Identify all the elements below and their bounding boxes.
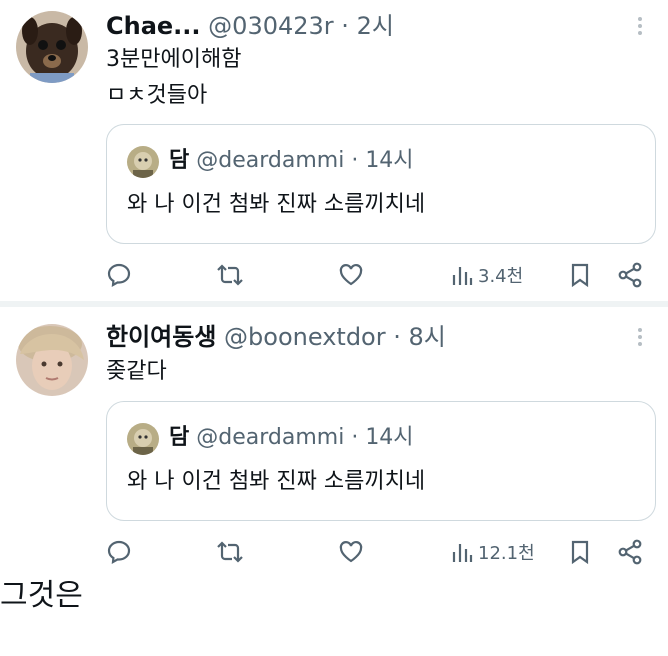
bookmark-icon[interactable] [568, 535, 592, 569]
quoted-avatar[interactable] [127, 423, 159, 455]
retweet-icon[interactable] [216, 535, 244, 569]
tweet-text-line: 3분만에이해함 [106, 47, 242, 72]
more-icon[interactable] [638, 14, 644, 38]
tweet-text-line: 좆같다 [106, 359, 167, 384]
more-icon[interactable] [638, 325, 644, 349]
views-button[interactable]: 12.1천 [450, 535, 535, 569]
quoted-text: 와 나 이건 첨봐 진짜 소름끼치네 [127, 469, 426, 494]
tweet[interactable]: Chae... @030423r · 2시 3분만에이해함 ㅁㅊ것들아 담 @d… [0, 0, 668, 300]
quoted-handle[interactable]: @deardammi [196, 148, 344, 173]
timestamp[interactable]: 8시 [409, 323, 446, 351]
heart-icon[interactable] [338, 535, 364, 569]
quoted-tweet[interactable]: 담 @deardammi · 14시 와 나 이건 첨봐 진짜 소름끼치네 [106, 124, 656, 244]
quoted-avatar[interactable] [127, 146, 159, 178]
user-handle[interactable]: @boonextdor [224, 323, 386, 351]
quoted-header: 담 @deardammi · 14시 [169, 422, 414, 454]
action-bar: 3.4천 [106, 258, 654, 292]
view-count: 12.1천 [478, 543, 535, 564]
separator-dot: · [341, 12, 349, 40]
separator-dot: · [351, 425, 359, 450]
separator-dot: · [351, 148, 359, 173]
retweet-icon[interactable] [216, 258, 244, 292]
tweet[interactable]: 한이여동생 @boonextdor · 8시 좆같다 담 @deardammi … [0, 307, 668, 585]
share-icon[interactable] [616, 258, 644, 292]
tweet-header: Chae... @030423r · 2시 [106, 10, 394, 42]
bookmark-icon[interactable] [568, 258, 592, 292]
quoted-text: 와 나 이건 첨봐 진짜 소름끼치네 [127, 192, 426, 217]
display-name[interactable]: 한이여동생 [106, 323, 216, 351]
quoted-tweet[interactable]: 담 @deardammi · 14시 와 나 이건 첨봐 진짜 소름끼치네 [106, 401, 656, 521]
quoted-timestamp[interactable]: 14시 [365, 425, 413, 450]
reply-icon[interactable] [106, 258, 132, 292]
timestamp[interactable]: 2시 [357, 12, 394, 40]
user-handle[interactable]: @030423r [208, 12, 333, 40]
tweet-text-line: ㅁㅊ것들아 [106, 83, 208, 108]
quoted-header: 담 @deardammi · 14시 [169, 145, 414, 177]
tweet-header: 한이여동생 @boonextdor · 8시 [106, 321, 446, 353]
avatar[interactable] [16, 11, 88, 83]
quoted-handle[interactable]: @deardammi [196, 425, 344, 450]
quoted-display-name[interactable]: 담 [169, 425, 189, 450]
share-icon[interactable] [616, 535, 644, 569]
separator-dot: · [393, 323, 401, 351]
reply-icon[interactable] [106, 535, 132, 569]
avatar[interactable] [16, 324, 88, 396]
display-name[interactable]: Chae... [106, 12, 201, 40]
views-button[interactable]: 3.4천 [450, 258, 523, 292]
views-chart-icon [452, 544, 473, 562]
quoted-timestamp[interactable]: 14시 [365, 148, 413, 173]
heart-icon[interactable] [338, 258, 364, 292]
quoted-display-name[interactable]: 담 [169, 148, 189, 173]
action-bar: 12.1천 [106, 535, 654, 569]
views-chart-icon [452, 267, 473, 285]
view-count: 3.4천 [478, 266, 524, 287]
caption-text: 그것은 [0, 578, 83, 613]
